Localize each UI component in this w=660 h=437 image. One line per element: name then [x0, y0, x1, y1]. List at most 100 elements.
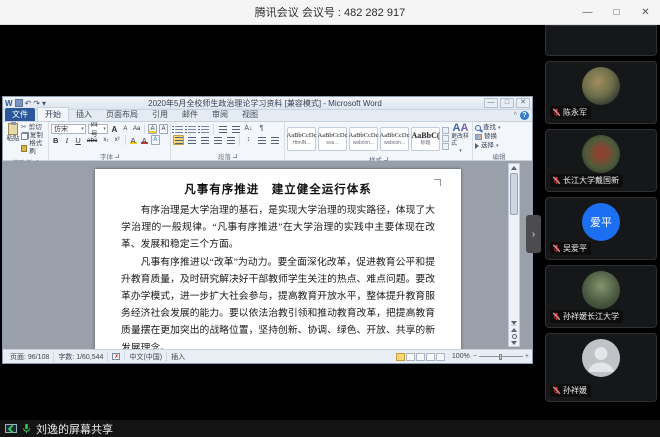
style-chip[interactable]: AaBbCcDc HtmlN...	[287, 127, 316, 151]
decrease-indent-button[interactable]	[217, 124, 228, 134]
next-page-icon[interactable]	[511, 341, 517, 345]
participant-tile[interactable]: 爱平 吴爱平	[545, 197, 657, 260]
tab-insert[interactable]: 插入	[69, 108, 99, 121]
dialog-launcher-icon[interactable]	[115, 154, 119, 158]
tab-review[interactable]: 审阅	[205, 108, 235, 121]
vertical-scrollbar[interactable]	[508, 163, 520, 347]
tab-references[interactable]: 引用	[145, 108, 175, 121]
group-font: 仿宋 ▾ 四号 ▾ A A Aa A A	[49, 122, 171, 160]
document-page[interactable]: 凡事有序推进 建立健全运行体系 有序治理是大学治理的基石，是实现大学治理的现实路…	[95, 169, 461, 349]
subscript-button[interactable]: x₂	[101, 135, 110, 145]
align-right-button[interactable]	[212, 135, 223, 145]
tab-page-layout[interactable]: 页面布局	[99, 108, 145, 121]
save-icon[interactable]	[15, 99, 23, 107]
scrollbar-thumb[interactable]	[510, 173, 518, 215]
minimize-button[interactable]: —	[573, 0, 602, 25]
italic-button[interactable]: I	[62, 135, 71, 145]
change-styles-button[interactable]: AA 更改样式 ▾	[451, 123, 470, 154]
paste-button[interactable]: 粘贴	[5, 123, 21, 157]
find-button[interactable]: 查找 ▾	[475, 124, 523, 132]
character-border-button[interactable]: A	[159, 124, 168, 134]
increase-indent-button[interactable]	[230, 124, 241, 134]
styles-scroll-down-icon[interactable]	[442, 135, 449, 142]
video-panel-toggle[interactable]: ›	[526, 215, 541, 253]
help-icon[interactable]: ?	[520, 111, 529, 120]
undo-icon[interactable]: ↶	[25, 99, 32, 108]
dialog-launcher-icon[interactable]	[384, 157, 388, 161]
styles-scroll-up-icon[interactable]	[442, 127, 449, 134]
align-left-button[interactable]	[186, 135, 197, 145]
fullscreen-view-icon[interactable]	[406, 353, 415, 361]
align-center-button[interactable]	[199, 135, 210, 145]
insert-mode-indicator[interactable]: 插入	[167, 352, 189, 362]
zoom-out-icon[interactable]: −	[473, 353, 477, 360]
styles-expand-icon[interactable]	[442, 143, 449, 150]
change-case-button[interactable]: Aa	[132, 124, 141, 134]
style-chip[interactable]: AaBbCcDc wsbcon...	[380, 127, 409, 151]
tab-home[interactable]: 开始	[37, 107, 69, 121]
word-restore-button[interactable]: □	[500, 98, 514, 108]
replace-button[interactable]: 替换	[475, 133, 523, 141]
line-spacing-button[interactable]: ↕	[243, 135, 254, 145]
character-shading-button[interactable]: A	[151, 135, 160, 145]
print-layout-view-icon[interactable]	[396, 353, 405, 361]
word-minimize-button[interactable]: —	[484, 98, 498, 108]
group-styles: AaBbCcDc HtmlN... AaBbCcDc sou... AaBbCc…	[285, 122, 473, 160]
participant-tile[interactable]: 陈永军	[545, 61, 657, 124]
underline-button[interactable]: U	[73, 135, 82, 145]
show-marks-button[interactable]: ¶	[256, 124, 267, 134]
grow-font-button[interactable]: A	[110, 124, 119, 134]
style-chip[interactable]: AaBbCcDc wsbcon...	[349, 127, 378, 151]
minimize-ribbon-icon[interactable]: ^	[514, 112, 517, 119]
strikethrough-button[interactable]: abc	[85, 135, 99, 145]
bold-button[interactable]: B	[51, 135, 60, 145]
close-button[interactable]: ✕	[631, 0, 660, 25]
align-justify-button[interactable]	[173, 135, 184, 145]
borders-button[interactable]	[269, 135, 280, 145]
tab-view[interactable]: 视图	[235, 108, 265, 121]
participant-tile[interactable]: 孙祥媛	[545, 333, 657, 402]
web-layout-view-icon[interactable]	[416, 353, 425, 361]
participant-tile[interactable]: 长江大学戴国新	[545, 129, 657, 192]
page-indicator[interactable]: 页面: 96/108	[6, 352, 54, 362]
spellcheck-icon[interactable]: ✗	[112, 353, 120, 360]
zoom-in-icon[interactable]: +	[525, 353, 529, 360]
maximize-button[interactable]: □	[602, 0, 631, 25]
participant-tile-partial[interactable]	[545, 25, 657, 56]
shading-button[interactable]	[256, 135, 267, 145]
font-name-combo[interactable]: 仿宋 ▾	[51, 124, 86, 134]
participant-tile[interactable]: 孙祥媛长江大学	[545, 265, 657, 328]
language-indicator[interactable]: 中文(中国)	[125, 352, 167, 362]
replace-icon	[475, 134, 482, 140]
zoom-slider-thumb[interactable]	[499, 354, 502, 360]
style-chip[interactable]: AaBbC( 标题	[411, 127, 440, 151]
outline-view-icon[interactable]	[426, 353, 435, 361]
format-painter-button[interactable]: 格式刷	[21, 140, 46, 156]
shrink-font-button[interactable]: A	[121, 124, 130, 134]
select-button[interactable]: 选择 ▾	[475, 142, 523, 150]
sort-button[interactable]: A↓	[243, 124, 254, 134]
word-close-button[interactable]: ✕	[516, 98, 530, 108]
draft-view-icon[interactable]	[436, 353, 445, 361]
superscript-button[interactable]: x²	[113, 135, 122, 145]
font-size-combo[interactable]: 四号 ▾	[88, 124, 108, 134]
cut-button[interactable]: ✂ 剪切	[21, 124, 46, 132]
highlight-color-button[interactable]: A	[129, 135, 138, 145]
tab-file[interactable]: 文件	[5, 108, 35, 121]
font-color-button[interactable]: A	[140, 135, 149, 145]
previous-page-icon[interactable]	[511, 328, 517, 332]
select-browse-object-icon[interactable]	[512, 334, 517, 339]
copy-button[interactable]: 复制	[21, 132, 46, 140]
distribute-button[interactable]	[225, 135, 236, 145]
zoom-level[interactable]: 100%	[452, 353, 470, 360]
multilevel-list-button[interactable]	[199, 124, 210, 134]
zoom-slider[interactable]: − +	[473, 353, 529, 360]
tab-mailings[interactable]: 邮件	[175, 108, 205, 121]
phonetic-guide-button[interactable]: A	[148, 124, 157, 134]
word-count[interactable]: 字数: 1/60,544	[54, 352, 108, 362]
numbering-button[interactable]	[186, 124, 197, 134]
dialog-launcher-icon[interactable]	[233, 154, 237, 158]
style-chip[interactable]: AaBbCcDc sou...	[318, 127, 347, 151]
bullets-button[interactable]	[173, 124, 184, 134]
scroll-up-icon[interactable]	[511, 166, 517, 170]
